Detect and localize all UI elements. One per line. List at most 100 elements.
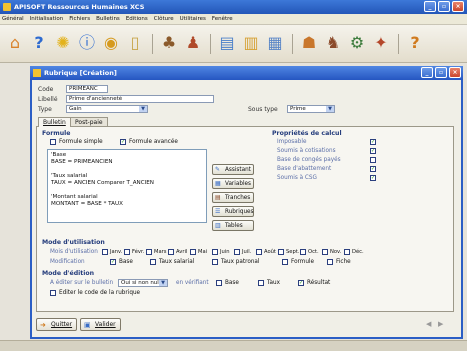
menu-fichiers[interactable]: Fichiers: [69, 16, 90, 22]
menu-editions[interactable]: Editions: [126, 16, 148, 22]
month-1-checkbox[interactable]: [102, 249, 108, 255]
people-icon[interactable]: ♣: [158, 32, 180, 54]
wand-icon: ✎: [215, 166, 221, 173]
modif-fiche-label: Fiche: [336, 259, 351, 265]
menu-fenetre[interactable]: Fenêtre: [212, 16, 233, 22]
verif-resultat-label: Résultat: [307, 280, 331, 286]
prop-imposable-label: Imposable: [277, 139, 307, 145]
book-icon[interactable]: ▯: [124, 32, 146, 54]
editer-code-checkbox[interactable]: [50, 290, 56, 296]
assistant-button[interactable]: ✎ Assistant: [212, 164, 254, 175]
verif-taux-checkbox[interactable]: [258, 280, 264, 286]
month-9-label: Sept.: [286, 249, 300, 255]
menu-bulletins[interactable]: Bulletins: [96, 16, 120, 22]
month-10-checkbox[interactable]: [300, 249, 306, 255]
close-button[interactable]: ×: [452, 1, 464, 12]
dialog-close-button[interactable]: ×: [449, 67, 461, 78]
exit-icon: ➜: [40, 321, 46, 329]
month-7-checkbox[interactable]: [234, 249, 240, 255]
gear-people-icon[interactable]: ⚙: [346, 32, 368, 54]
editer-code-label: Editer le code de la rubrique: [59, 290, 141, 296]
modif-taux-patronal-checkbox[interactable]: [212, 259, 218, 265]
month-6-checkbox[interactable]: [212, 249, 218, 255]
code-field[interactable]: PRIMEANC: [66, 85, 108, 93]
tranches-button[interactable]: ▤ Tranches: [212, 192, 254, 203]
month-11-checkbox[interactable]: [322, 249, 328, 255]
info-icon[interactable]: ⓘ: [76, 32, 98, 54]
modification-label: Modification: [50, 259, 85, 265]
code-label: Code: [38, 86, 54, 93]
formule-simple-label: Formule simple: [59, 139, 103, 145]
menu-cloture[interactable]: Clôture: [154, 16, 174, 22]
puzzle-icon[interactable]: ✦: [370, 32, 392, 54]
menu-bar: Général Initialisation Fichiers Bulletin…: [0, 14, 467, 25]
modif-formule-checkbox[interactable]: [282, 259, 288, 265]
tables-button[interactable]: ▥ Tables: [212, 220, 254, 231]
month-8-checkbox[interactable]: [256, 249, 262, 255]
month-3-checkbox[interactable]: [146, 249, 152, 255]
group-icon[interactable]: ☗: [298, 32, 320, 54]
table-icon: ▥: [215, 222, 221, 229]
formula-editor[interactable]: 'Base BASE = PRIMEANCIEN 'Taux salarial …: [47, 149, 207, 223]
app-logo-icon: [3, 3, 11, 11]
rubriques-button[interactable]: ☰ Rubriques: [212, 206, 254, 217]
rubriques-label: Rubriques: [225, 209, 254, 215]
dialog-minimize-button[interactable]: _: [421, 67, 433, 78]
tables-label: Tables: [225, 223, 243, 229]
valider-button[interactable]: ▣ Valider: [80, 318, 121, 331]
prop-conges-checkbox[interactable]: [370, 157, 376, 163]
verif-taux-label: Taux: [267, 280, 280, 286]
person-icon[interactable]: ♟: [182, 32, 204, 54]
prop-csg-checkbox[interactable]: [370, 175, 376, 181]
nav-next-icon[interactable]: ▶: [438, 320, 443, 328]
help-icon[interactable]: ?: [28, 32, 50, 54]
verif-base-label: Base: [225, 280, 239, 286]
month-9-checkbox[interactable]: [278, 249, 284, 255]
month-11-label: Nov.: [330, 249, 342, 255]
utilisation-heading: Mode d'utilisation: [42, 239, 105, 246]
document-icon[interactable]: ▦: [264, 32, 286, 54]
modif-base-checkbox[interactable]: [110, 259, 116, 265]
month-5-checkbox[interactable]: [190, 249, 196, 255]
bulb-icon[interactable]: ✺: [52, 32, 74, 54]
month-7-label: Juil.: [242, 249, 252, 255]
team-icon[interactable]: ♞: [322, 32, 344, 54]
month-3-label: Mars: [154, 249, 167, 255]
verif-base-checkbox[interactable]: [216, 280, 222, 286]
verif-resultat-checkbox[interactable]: [298, 280, 304, 286]
variables-button[interactable]: ▦ Variables: [212, 178, 254, 189]
menu-initialisation[interactable]: Initialisation: [30, 16, 64, 22]
modif-fiche-checkbox[interactable]: [327, 259, 333, 265]
help-circle-icon[interactable]: ?: [404, 32, 426, 54]
prop-cotisations-checkbox[interactable]: [370, 148, 376, 154]
maximize-button[interactable]: ▫: [438, 1, 450, 12]
nav-prev-icon[interactable]: ◀: [426, 320, 431, 328]
folder-open-icon[interactable]: ▥: [240, 32, 262, 54]
dialog-title-bar: Rubrique [Création] _ ▫ ×: [30, 66, 463, 80]
month-8-label: Août: [264, 249, 276, 255]
type-select[interactable]: Gain ▼: [66, 105, 148, 113]
libelle-field[interactable]: Prime d'ancienneté: [66, 95, 214, 103]
tab-bulletin[interactable]: Bulletin: [38, 117, 71, 127]
minimize-button[interactable]: _: [424, 1, 436, 12]
menu-utilitaires[interactable]: Utilitaires: [180, 16, 206, 22]
prop-abattement-checkbox[interactable]: [370, 166, 376, 172]
quitter-button[interactable]: ➜ Quitter: [36, 318, 78, 331]
edition-select[interactable]: Oui si non nul ▼: [118, 279, 168, 287]
modif-taux-salarial-checkbox[interactable]: [150, 259, 156, 265]
sous-type-select[interactable]: Prime ▼: [287, 105, 335, 113]
menu-general[interactable]: Général: [2, 16, 24, 22]
month-4-checkbox[interactable]: [168, 249, 174, 255]
month-6-label: Juin: [220, 249, 230, 255]
modif-taux-patronal-label: Taux patronal: [221, 259, 260, 265]
home-icon[interactable]: ⌂: [4, 32, 26, 54]
dialog-maximize-button[interactable]: ▫: [435, 67, 447, 78]
formule-avancee-checkbox[interactable]: [120, 139, 126, 145]
prop-imposable-checkbox[interactable]: [370, 139, 376, 145]
month-12-checkbox[interactable]: [344, 249, 350, 255]
month-2-checkbox[interactable]: [124, 249, 130, 255]
month-2-label: Févr.: [132, 249, 145, 255]
coins-icon[interactable]: ◉: [100, 32, 122, 54]
formule-simple-checkbox[interactable]: [50, 139, 56, 145]
folder-icon[interactable]: ▤: [216, 32, 238, 54]
